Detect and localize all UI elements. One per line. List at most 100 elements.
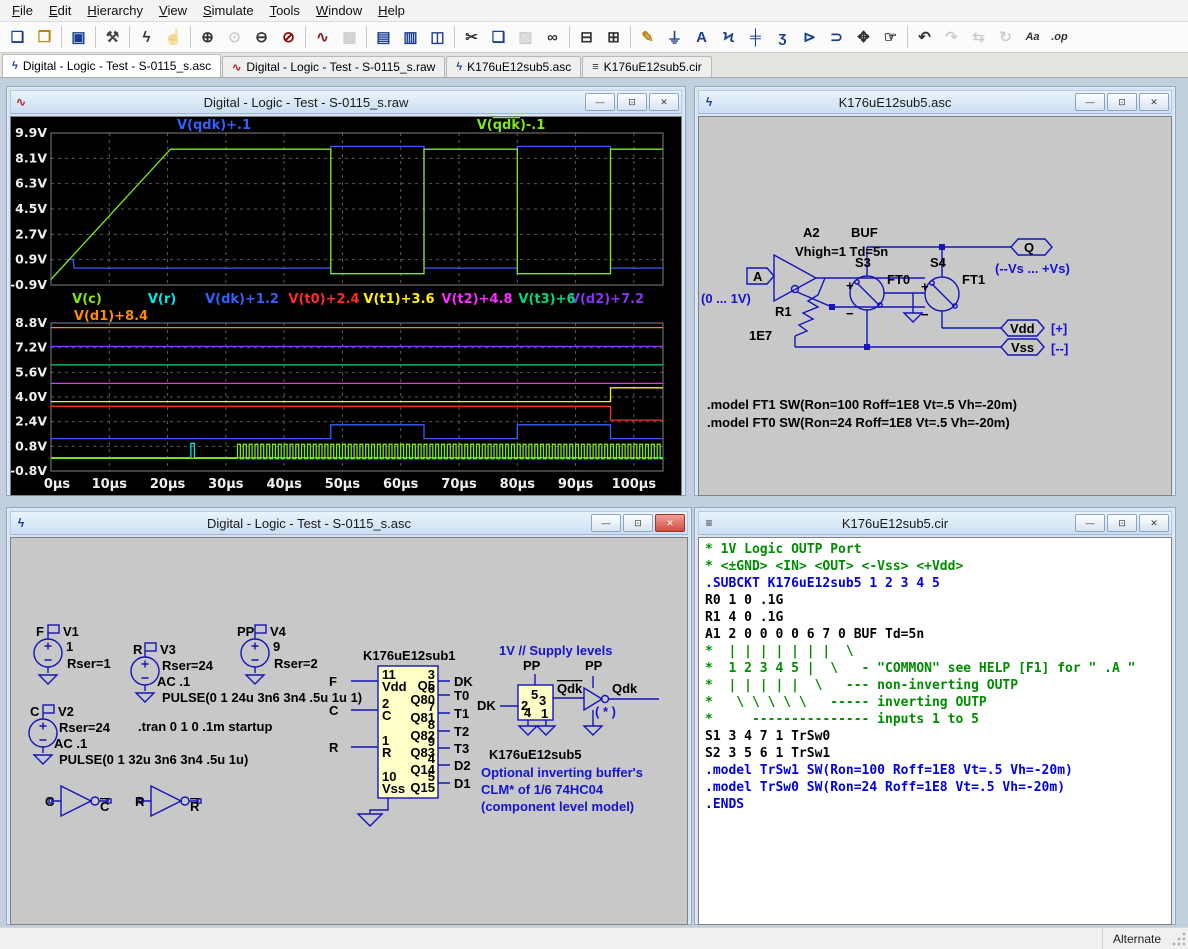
menu-window[interactable]: Window: [308, 1, 370, 20]
tab-K176uE12sub5.cir[interactable]: ≡ K176uE12sub5.cir: [582, 56, 712, 77]
netlist-editor[interactable]: * 1V Logic OUTP Port * <±GND> <IN> <OUT> …: [698, 537, 1172, 925]
minimize-button[interactable]: —: [1075, 93, 1105, 111]
save-icon[interactable]: ▣: [65, 24, 92, 50]
window-titlebar[interactable]: ϟ Digital - Logic - Test - S-0115_s.asc …: [10, 511, 688, 535]
redo-icon: ↷: [945, 29, 958, 46]
trace-V(t0)+2.4[interactable]: [51, 405, 663, 421]
tab-Digital - Logic - Test - S-0115_s.raw[interactable]: ∿ Digital - Logic - Test - S-0115_s.raw: [222, 56, 446, 77]
legend-V(d1)+8.4[interactable]: V(d1)+8.4: [74, 309, 148, 324]
window-titlebar[interactable]: ≡ K176uE12sub5.cir — ⊡ ✕: [698, 511, 1172, 535]
schematic-text: Vdd: [382, 679, 407, 694]
close-button[interactable]: ✕: [649, 93, 679, 111]
menu-tools[interactable]: Tools: [262, 1, 308, 20]
status-mode: Alternate: [1101, 928, 1171, 949]
new-schematic-icon[interactable]: ❑: [4, 24, 31, 50]
zoom-full-extents-icon[interactable]: ⊘: [275, 24, 302, 50]
trace-label-V(qdk)-.1[interactable]: V(qdk)-.1: [477, 118, 546, 133]
move-icon[interactable]: ✥: [850, 24, 877, 50]
legend-V(t2)+4.8[interactable]: V(t2)+4.8: [441, 292, 512, 307]
run-icon[interactable]: ϟ: [133, 24, 160, 50]
schematic-text: Qdk: [612, 681, 638, 696]
copy-icon[interactable]: ❏: [485, 24, 512, 50]
minimize-button[interactable]: —: [1075, 514, 1105, 532]
place-label-icon[interactable]: A: [688, 24, 715, 50]
legend-V(r)[interactable]: V(r): [148, 292, 176, 307]
rotate-icon: ↻: [999, 29, 1012, 46]
menu-simulate[interactable]: Simulate: [195, 1, 262, 20]
open-icon[interactable]: ❒: [31, 24, 58, 50]
place-diode-icon[interactable]: ⊳: [796, 24, 823, 50]
draw-wire-icon[interactable]: ✎: [634, 24, 661, 50]
minimize-button[interactable]: —: [591, 514, 621, 532]
legend-V(c)[interactable]: V(c): [72, 292, 102, 307]
legend-V(t0)+2.4[interactable]: V(t0)+2.4: [288, 292, 359, 307]
schematic-text: C: [382, 708, 392, 723]
window-titlebar[interactable]: ∿ Digital - Logic - Test - S-0115_s.raw …: [10, 90, 682, 114]
legend-V(t1)+3.6[interactable]: V(t1)+3.6: [363, 292, 434, 307]
zoom-out-icon[interactable]: ⊖: [248, 24, 275, 50]
schematic-text: C: [100, 799, 110, 814]
schematic-text: +: [846, 278, 854, 293]
mirror-icon: ⇆: [972, 29, 985, 46]
toolbar-separator: [569, 26, 570, 48]
x-tick-label: 10µs: [92, 477, 128, 492]
trace-V(t1)+3.6[interactable]: [51, 387, 663, 403]
window-titlebar[interactable]: ϟ K176uE12sub5.asc — ⊡ ✕: [698, 90, 1172, 114]
y-tick-label: 5.6V: [15, 364, 47, 379]
place-component-icon[interactable]: ⊃: [823, 24, 850, 50]
restore-button[interactable]: ⊡: [1107, 514, 1137, 532]
x-tick-label: 60µs: [383, 477, 419, 492]
restore-button[interactable]: ⊡: [1107, 93, 1137, 111]
schematic-canvas-main[interactable]: F V1 1 Rser=1 C V2 Rser=24 AC .1 PULSE(0 1 32u 3…: [10, 537, 688, 925]
cut-icon[interactable]: ✂: [458, 24, 485, 50]
buffer-a2[interactable]: [773, 253, 818, 303]
schematic-text: PULSE(0 1 32u 3n6 3n4 .5u 1u): [59, 752, 248, 767]
legend-V(t3)+6[interactable]: V(t3)+6: [518, 292, 575, 307]
schematic-canvas-sub[interactable]: A2 BUF Vhigh=1 Td=5n A (0 ... 1V) R1 1E7 S3 FT0 S…: [698, 116, 1172, 496]
drag-icon[interactable]: ☞: [877, 24, 904, 50]
cascade-windows-icon[interactable]: ◫: [424, 24, 451, 50]
find-icon[interactable]: ∞: [539, 24, 566, 50]
legend-V(d2)+7.2[interactable]: V(d2)+7.2: [570, 292, 644, 307]
control-panel-icon[interactable]: ⚒: [99, 24, 126, 50]
text-icon[interactable]: Aa: [1019, 24, 1046, 50]
voltage-source-v4[interactable]: [240, 632, 270, 674]
menu-help[interactable]: Help: [370, 1, 413, 20]
voltage-source-v3[interactable]: [130, 650, 160, 692]
voltage-source-v2[interactable]: [28, 712, 58, 754]
trace-V(dk)+1.2[interactable]: [51, 424, 663, 440]
close-button[interactable]: ✕: [1139, 514, 1169, 532]
restore-button[interactable]: ⊡: [617, 93, 647, 111]
tab-Digital - Logic - Test - S-0115_s.asc[interactable]: ϟ Digital - Logic - Test - S-0115_s.asc: [2, 54, 222, 77]
tile-vertical-icon[interactable]: ▥: [397, 24, 424, 50]
minimize-button[interactable]: —: [585, 93, 615, 111]
autorange-y-axis-icon[interactable]: ∿: [309, 24, 336, 50]
menu-hierarchy[interactable]: Hierarchy: [79, 1, 151, 20]
menu-view[interactable]: View: [151, 1, 195, 20]
restore-button[interactable]: ⊡: [623, 514, 653, 532]
legend-V(dk)+1.2[interactable]: V(dk)+1.2: [205, 292, 279, 307]
print-icon[interactable]: ⊟: [573, 24, 600, 50]
place-capacitor-icon[interactable]: ╪: [742, 24, 769, 50]
menu-file[interactable]: File: [4, 1, 41, 20]
trace-label-V(qdk)+.1[interactable]: V(qdk)+.1: [177, 118, 251, 133]
spice-directive-icon[interactable]: .op: [1046, 24, 1073, 50]
print-preview-icon[interactable]: ⊞: [600, 24, 627, 50]
resize-grip[interactable]: [1171, 930, 1187, 947]
place-inductor-icon[interactable]: ʒ: [769, 24, 796, 50]
netlist-line: * | | | | | \ --- non-inverting OUTP: [705, 678, 1019, 693]
voltage-source-v1[interactable]: [33, 632, 63, 674]
schematic-text: Rser=24: [59, 720, 111, 735]
close-button[interactable]: ✕: [1139, 93, 1169, 111]
zoom-in-icon[interactable]: ⊕: [194, 24, 221, 50]
resistor-r1[interactable]: [794, 294, 820, 337]
menu-edit[interactable]: Edit: [41, 1, 79, 20]
close-button[interactable]: ✕: [655, 514, 685, 532]
tab-K176uE12sub5.asc[interactable]: ϟ K176uE12sub5.asc: [446, 56, 582, 77]
waveform-plot-area[interactable]: 9.9V 8.1V 6.3V 4.5V 2.7V 0.9V -0.9V 8.8V 7.2V 5.6…: [10, 116, 682, 496]
undo-icon[interactable]: ↶: [911, 24, 938, 50]
place-ground-icon[interactable]: ⏚: [661, 24, 688, 50]
tile-horizontal-icon[interactable]: ▤: [370, 24, 397, 50]
place-resistor-icon[interactable]: Ϟ: [715, 24, 742, 50]
netlist-line: S2 3 5 6 1 TrSw1: [705, 746, 831, 761]
